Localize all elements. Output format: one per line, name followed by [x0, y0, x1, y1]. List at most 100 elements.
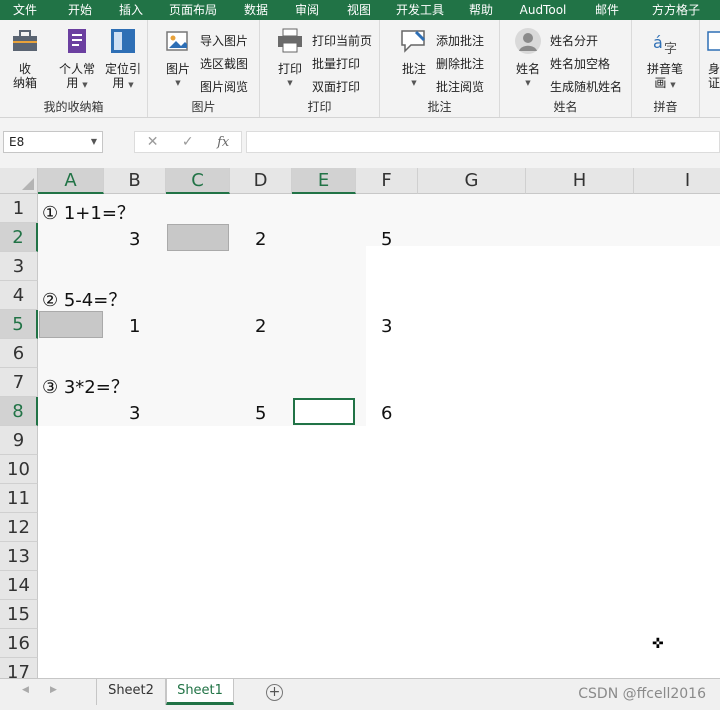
cell-b8[interactable]: 3 [129, 403, 140, 424]
row-header-1[interactable]: 1 [0, 194, 38, 223]
cell-a7[interactable]: ③ 3*2=？ [42, 373, 129, 399]
name-box[interactable]: E8 ▼ [3, 131, 103, 153]
random-name-button[interactable]: 生成随机姓名 [550, 78, 622, 95]
cell-c2-placeholder[interactable] [167, 224, 229, 251]
chevron-down-icon: ▼ [670, 81, 676, 89]
column-header-c[interactable]: C [166, 168, 230, 194]
scroll-right-icon[interactable]: ▶ [50, 685, 57, 695]
cell-b5[interactable]: 1 [129, 316, 140, 337]
tab-mail[interactable]: 邮件 [582, 0, 632, 20]
tab-fangfang[interactable]: 方方格子 [632, 0, 720, 20]
row-header-4[interactable]: 4 [0, 281, 38, 310]
row-header-3[interactable]: 3 [0, 252, 38, 281]
comment-button[interactable]: 批注 ▼ [394, 26, 434, 90]
print-current-page-button[interactable]: 打印当前页 [312, 32, 372, 49]
row-header-10[interactable]: 10 [0, 455, 38, 484]
svg-text:字: 字 [664, 42, 677, 56]
row-header-17[interactable]: 17 [0, 658, 38, 678]
formula-input[interactable] [246, 131, 720, 153]
row-header-8[interactable]: 8 [0, 397, 38, 426]
storage-box-button[interactable]: 收 纳箱 [4, 26, 46, 90]
scroll-left-icon[interactable]: ◀ [22, 685, 29, 695]
add-sheet-icon[interactable]: + [266, 684, 283, 701]
name-add-space-button[interactable]: 姓名加空格 [550, 55, 610, 72]
cell-a4[interactable]: ② 5-4=？ [42, 286, 126, 312]
column-header-e[interactable]: E [292, 168, 356, 194]
ribbon-tab-bar: 文件 开始 插入 页面布局 数据 审阅 视图 开发工具 帮助 AudTool 邮… [0, 0, 720, 20]
selection-screenshot-label: 选区截图 [200, 57, 249, 71]
column-header-b[interactable]: B [104, 168, 166, 194]
row-header-7[interactable]: 7 [0, 368, 38, 397]
group-pinyin: á 字 拼音笔 画 ▼ 拼音 [632, 20, 700, 117]
cell-f2[interactable]: 5 [381, 229, 392, 250]
tab-insert[interactable]: 插入 [110, 0, 152, 20]
picture-preview-button[interactable]: 图片阅览 [200, 78, 248, 95]
cell-d8[interactable]: 5 [255, 403, 266, 424]
import-picture-button[interactable]: 导入图片 [200, 32, 248, 49]
tab-audtool[interactable]: AudTool [504, 0, 582, 20]
picture-label: 图片 [165, 62, 190, 76]
name-box-value: E8 [9, 135, 25, 149]
duplex-print-button[interactable]: 双面打印 [312, 78, 360, 95]
select-all-button[interactable] [0, 168, 38, 194]
cell-a1[interactable]: ① 1+1=？ [42, 199, 135, 225]
cell-d2[interactable]: 2 [255, 229, 266, 250]
picture-button[interactable]: 图片 ▼ [158, 26, 198, 90]
cancel-icon[interactable]: ✕ [147, 134, 159, 150]
row-header-13[interactable]: 13 [0, 542, 38, 571]
column-header-g[interactable]: G [418, 168, 526, 194]
row-header-14[interactable]: 14 [0, 571, 38, 600]
add-comment-label: 添加批注 [436, 34, 485, 48]
column-header-i[interactable]: I [634, 168, 720, 194]
chevron-down-icon: ▼ [411, 79, 417, 87]
tab-file[interactable]: 文件 [0, 0, 50, 20]
tab-page-layout[interactable]: 页面布局 [152, 0, 234, 20]
comment-preview-button[interactable]: 批注阅览 [436, 78, 484, 95]
tab-review[interactable]: 审阅 [278, 0, 336, 20]
row-header-11[interactable]: 11 [0, 484, 38, 513]
cell-d5[interactable]: 2 [255, 316, 266, 337]
row-header-12[interactable]: 12 [0, 513, 38, 542]
column-header-a[interactable]: A [38, 168, 104, 194]
chevron-down-icon[interactable]: ▼ [91, 132, 97, 152]
active-cell-e8[interactable] [293, 398, 355, 425]
column-header-h[interactable]: H [526, 168, 634, 194]
row-header-6[interactable]: 6 [0, 339, 38, 368]
confirm-icon[interactable]: ✓ [182, 134, 194, 150]
batch-print-button[interactable]: 批量打印 [312, 55, 360, 72]
random-name-label: 生成随机姓名 [550, 80, 623, 94]
name-button[interactable]: 姓名 ▼ [508, 26, 548, 90]
cell-b2[interactable]: 3 [129, 229, 140, 250]
personal-common-button[interactable]: 个人常 用 ▼ [54, 26, 100, 92]
split-name-button[interactable]: 姓名分开 [550, 32, 598, 49]
selection-screenshot-button[interactable]: 选区截图 [200, 55, 248, 72]
add-comment-button[interactable]: 添加批注 [436, 32, 484, 49]
row-header-9[interactable]: 9 [0, 426, 38, 455]
row-header-5[interactable]: 5 [0, 310, 38, 339]
tab-developer[interactable]: 开发工具 [382, 0, 458, 20]
locate-reference-button[interactable]: 定位引 用 ▼ [102, 26, 144, 92]
id-card-button[interactable]: 身 证 [704, 26, 720, 90]
row-header-16[interactable]: 16 [0, 629, 38, 658]
tab-home[interactable]: 开始 [50, 0, 110, 20]
pinyin-stroke-button[interactable]: á 字 拼音笔 画 ▼ [642, 26, 688, 92]
delete-comment-button[interactable]: 删除批注 [436, 55, 484, 72]
personal-common-label-1: 个人常 [58, 62, 95, 76]
row-header-2[interactable]: 2 [0, 223, 38, 252]
column-header-d[interactable]: D [230, 168, 292, 194]
column-header-f[interactable]: F [356, 168, 418, 194]
cell-f8[interactable]: 6 [381, 403, 392, 424]
sheet-tab-sheet1[interactable]: Sheet1 [166, 679, 234, 705]
cell-f5[interactable]: 3 [381, 316, 392, 337]
insert-function-icon[interactable]: fx [217, 135, 229, 150]
cell-a5-placeholder[interactable] [39, 311, 103, 338]
sheet-tab-sheet2[interactable]: Sheet2 [96, 679, 166, 705]
tab-view[interactable]: 视图 [336, 0, 382, 20]
tab-help[interactable]: 帮助 [458, 0, 504, 20]
row-header-15[interactable]: 15 [0, 600, 38, 629]
print-button[interactable]: 打印 ▼ [270, 26, 310, 90]
tab-data[interactable]: 数据 [234, 0, 278, 20]
printer-icon [278, 28, 302, 53]
group-name: 姓名 ▼ 姓名分开 姓名加空格 生成随机姓名 姓名 [500, 20, 632, 117]
chevron-down-icon: ▼ [287, 79, 293, 87]
